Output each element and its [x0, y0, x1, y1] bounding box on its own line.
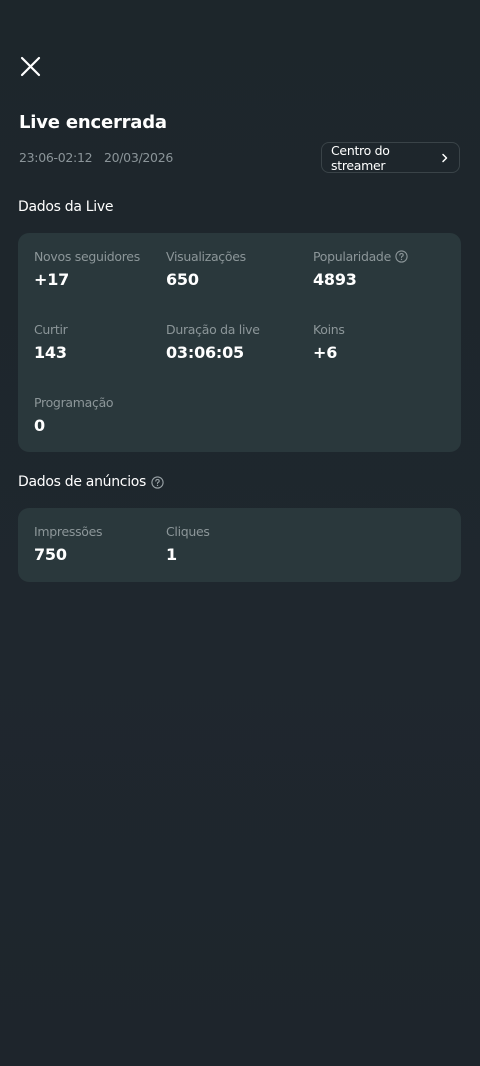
stat-impressions: Impressões 750 [34, 524, 103, 564]
stat-label: Novos seguidores [34, 249, 140, 264]
stat-label: Duração da live [166, 322, 260, 337]
stat-value: 143 [34, 343, 67, 362]
stat-clicks: Cliques 1 [166, 524, 210, 564]
close-button[interactable] [18, 54, 44, 80]
stat-live-duration: Duração da live 03:06:05 [166, 322, 260, 362]
time-range: 23:06-02:12 [19, 150, 93, 165]
stat-koins: Koins +6 [313, 322, 345, 362]
stat-value: 750 [34, 545, 67, 564]
stat-value: 4893 [313, 270, 357, 289]
stat-value: 1 [166, 545, 177, 564]
stat-value: 03:06:05 [166, 343, 244, 362]
stat-label: Programação [34, 395, 114, 410]
help-circle-icon[interactable] [395, 250, 408, 263]
help-circle-icon[interactable] [151, 475, 164, 489]
stat-label: Impressões [34, 524, 103, 539]
stat-label: Visualizações [166, 249, 246, 264]
live-data-title-text: Dados da Live [18, 199, 114, 215]
streamer-center-label: Centro do streamer [331, 142, 390, 173]
stat-label: Cliques [166, 524, 210, 539]
ads-data-section-title: Dados de anúncios [18, 474, 164, 490]
stat-label: Koins [313, 322, 345, 337]
stat-label-row: Popularidade [313, 249, 408, 264]
live-time-info: 23:06-02:12 20/03/2026 [19, 150, 173, 165]
stat-value: 650 [166, 270, 199, 289]
close-icon [20, 56, 41, 77]
stat-value: +6 [313, 343, 338, 362]
stat-likes: Curtir 143 [34, 322, 68, 362]
live-date: 20/03/2026 [103, 150, 173, 165]
stat-popularity: Popularidade 4893 [313, 249, 408, 289]
stat-label: Curtir [34, 322, 68, 337]
live-data-section-title: Dados da Live [18, 199, 113, 215]
ads-data-card: Impressões 750 Cliques 1 [18, 508, 461, 582]
live-data-card: Novos seguidores +17 Visualizações 650 P… [18, 233, 461, 452]
streamer-center-button[interactable]: Centro do streamer [321, 142, 460, 173]
stat-value: 0 [34, 416, 45, 435]
stat-new-followers: Novos seguidores +17 [34, 249, 140, 289]
page-title: Live encerrada [19, 112, 167, 133]
ads-data-title-text: Dados de anúncios [18, 474, 147, 490]
stat-views: Visualizações 650 [166, 249, 246, 289]
chevron-right-icon [441, 153, 449, 163]
stat-programming: Programação 0 [34, 395, 114, 435]
stat-label: Popularidade [313, 249, 391, 264]
stat-value: +17 [34, 270, 70, 289]
